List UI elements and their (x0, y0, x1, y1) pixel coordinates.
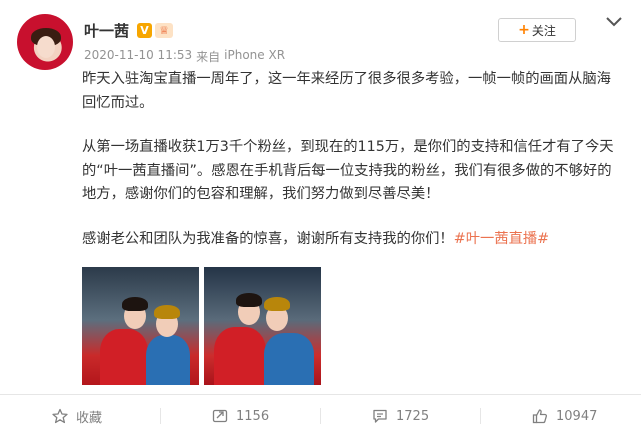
follow-button-label: 关注 (531, 23, 556, 38)
photo-figure (214, 327, 266, 385)
avatar[interactable] (17, 14, 73, 70)
post-meta: 2020-11-10 11:53 来自 iPhone XR (84, 48, 285, 65)
photo-figure (146, 335, 190, 385)
post-datetime[interactable]: 2020-11-10 11:53 (84, 48, 192, 65)
plus-icon: + (518, 22, 530, 38)
user-name-row: 叶一茜 V ♕ (84, 20, 174, 41)
photo-figure (264, 297, 290, 311)
repost-count: 1156 (236, 408, 270, 424)
post-photo[interactable] (204, 267, 321, 385)
repost-button[interactable]: 1156 (212, 405, 269, 427)
photo-figure (100, 329, 148, 385)
star-icon (52, 408, 68, 424)
action-separator (320, 408, 321, 424)
comment-button[interactable]: 1725 (372, 405, 429, 427)
vip-badge[interactable]: V (137, 22, 153, 38)
hashtag-link[interactable]: #叶一茜直播# (454, 231, 549, 247)
post-paragraph: 从第一场直播收获1万3千个粉丝，到现在的115万，是你们的支持和信任才有了今天的… (82, 139, 614, 202)
action-separator (160, 408, 161, 424)
action-bar-divider (0, 394, 641, 395)
post-source-label: 来自 (196, 50, 221, 64)
favorite-label: 收藏 (76, 410, 103, 426)
photo-figure (154, 305, 180, 319)
photo-figure (264, 333, 314, 385)
crown-badge[interactable]: ♕ (155, 22, 174, 38)
repost-icon (212, 409, 228, 423)
post-body: 昨天入驻淘宝直播一周年了，这一年来经历了很多很多考验，一帧一帧的画面从脑海回忆而… (82, 68, 622, 251)
post-paragraph: 昨天入驻淘宝直播一周年了，这一年来经历了很多很多考验，一帧一帧的画面从脑海回忆而… (82, 71, 611, 111)
avatar-face (37, 36, 55, 58)
action-separator (480, 408, 481, 424)
favorite-button[interactable]: 收藏 (52, 405, 102, 427)
photo-figure (122, 297, 148, 311)
follow-button[interactable]: + 关注 (498, 18, 576, 42)
like-count: 10947 (556, 408, 598, 424)
like-button[interactable]: 10947 (532, 405, 597, 427)
chevron-down-icon[interactable] (604, 14, 624, 30)
post-photo[interactable] (82, 267, 199, 385)
thumbs-up-icon (532, 409, 548, 424)
photo-figure (236, 293, 262, 307)
post-paragraph: 感谢老公和团队为我准备的惊喜，谢谢所有支持我的你们！#叶一茜直播# (82, 228, 622, 252)
post-device: iPhone XR (224, 48, 286, 62)
post-paragraph-text: 感谢老公和团队为我准备的惊喜，谢谢所有支持我的你们！ (82, 230, 454, 247)
comment-count: 1725 (396, 408, 430, 424)
comment-icon (373, 409, 387, 423)
user-name[interactable]: 叶一茜 (84, 20, 129, 41)
